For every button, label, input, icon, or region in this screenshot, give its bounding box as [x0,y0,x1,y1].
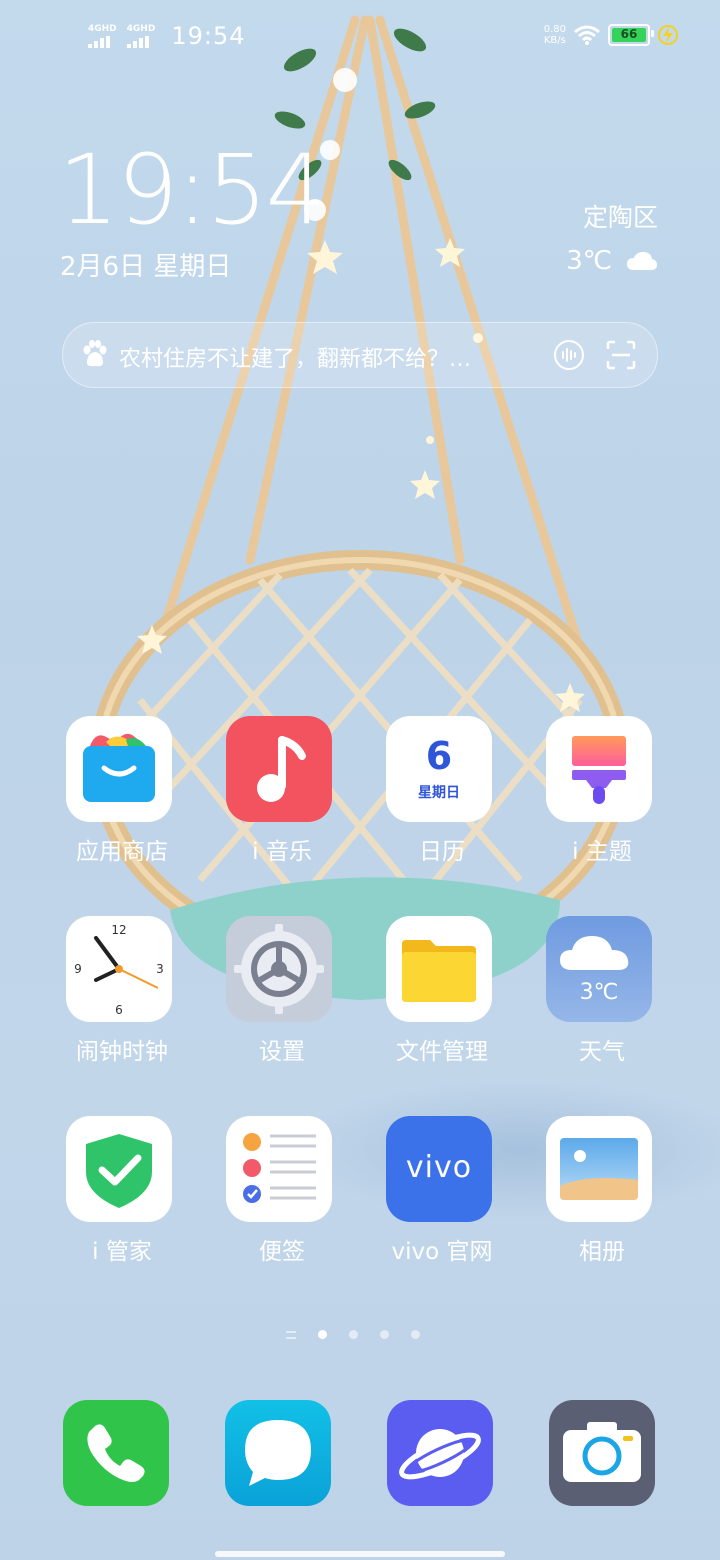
widget-temperature: 3℃ [566,246,612,276]
app-label: i 主题 [572,839,632,865]
gallery-icon [546,1116,652,1222]
notes-icon [226,1116,332,1222]
battery-indicator: 66 [608,24,654,46]
app-label: 设置 [259,1039,305,1065]
page-dot [349,1330,358,1339]
widget-date[interactable]: 2月6日 星期日 [60,246,231,283]
status-time: 19:54 [171,22,246,50]
calendar-day: 6 [425,734,453,778]
app-calendar[interactable]: 6 星期日 日历 [362,716,502,876]
dock-camera[interactable] [549,1400,655,1506]
app-label: 便签 [259,1239,305,1265]
app-app-store[interactable]: 应用商店 [42,716,182,876]
app-label: 相册 [579,1239,625,1265]
music-icon [226,716,332,822]
dock-messages[interactable] [225,1400,331,1506]
app-vivo-website[interactable]: vivo vivo 官网 [362,1116,502,1276]
page-indicator[interactable] [286,1330,420,1339]
app-label: 文件管理 [396,1039,488,1065]
camera-icon [563,1422,641,1482]
app-clock[interactable]: 12 3 6 9 闹钟时钟 [42,916,182,1076]
weather-temp: 3℃ [579,980,619,1005]
signal-bars-icon [126,36,149,48]
phone-icon [87,1424,145,1482]
theme-brush-icon [546,716,652,822]
dock-browser[interactable] [387,1400,493,1506]
network-speed-value: 0.80 [543,24,566,35]
page-dot [411,1330,420,1339]
scan-icon[interactable] [605,339,637,371]
app-theme[interactable]: i 主题 [522,716,662,876]
app-file-manager[interactable]: 文件管理 [362,916,502,1076]
app-music[interactable]: i 音乐 [202,716,342,876]
svg-text:6: 6 [115,1003,123,1017]
svg-text:3: 3 [156,962,164,976]
svg-text:12: 12 [111,923,126,937]
page-indicator-list-icon [286,1330,296,1339]
network-speed-unit: KB/s [543,35,566,46]
app-label: 应用商店 [76,839,168,865]
sim2-label: 4GHD [126,24,156,34]
search-suggestion[interactable]: 农村住房不让建了，翻新都不给？… [119,341,539,373]
app-gallery[interactable]: 相册 [522,1116,662,1276]
baidu-paw-icon [83,340,107,367]
app-label: 闹钟时钟 [76,1039,168,1065]
browser-planet-icon [399,1429,481,1480]
app-label: 天气 [579,1039,625,1065]
messages-icon [245,1420,311,1486]
page-dot [380,1330,389,1339]
svg-text:9: 9 [74,962,82,976]
widget-location[interactable]: 定陶区 [583,198,658,234]
wifi-icon [574,25,600,45]
signal-bars-icon [88,36,110,48]
cloud-icon [627,252,657,270]
weather-icon: 3℃ [546,916,652,1022]
page-dot-active [318,1330,327,1339]
vivo-logo-text: vivo [405,1150,473,1185]
app-label: i 管家 [92,1239,152,1265]
voice-search-icon[interactable] [553,339,585,371]
dock-phone[interactable] [63,1400,169,1506]
app-label: vivo 官网 [391,1239,493,1265]
widget-weather[interactable]: 3℃ [566,246,658,276]
calendar-weekday: 星期日 [418,785,460,801]
app-label: i 音乐 [252,839,312,865]
folder-icon [386,916,492,1022]
settings-gear-icon [226,916,332,1022]
sim1-label: 4GHD [88,24,117,34]
search-bar[interactable]: 农村住房不让建了，翻新都不给？… [62,322,658,388]
app-store-icon [66,716,172,822]
app-settings[interactable]: 设置 [202,916,342,1076]
app-i-manager[interactable]: i 管家 [42,1116,182,1276]
sim2-signal: 4GHD [126,24,156,48]
charging-bolt-icon [658,25,678,45]
shield-check-icon [66,1116,172,1222]
clock-icon: 12 3 6 9 [66,916,172,1022]
sim1-signal: 4GHD [88,24,117,48]
status-bar: 4GHD 4GHD 19:54 0.80 KB/s 66 [0,0,720,80]
network-speed: 0.80 KB/s [544,24,566,46]
vivo-logo-icon: vivo [386,1116,492,1222]
battery-level: 66 [620,27,638,41]
widget-clock[interactable]: 19:54 [58,140,327,240]
app-weather[interactable]: 3℃ 天气 [522,916,662,1076]
app-notes[interactable]: 便签 [202,1116,342,1276]
home-indicator[interactable] [215,1551,505,1557]
app-label: 日历 [419,839,465,865]
calendar-icon: 6 星期日 [386,716,492,822]
